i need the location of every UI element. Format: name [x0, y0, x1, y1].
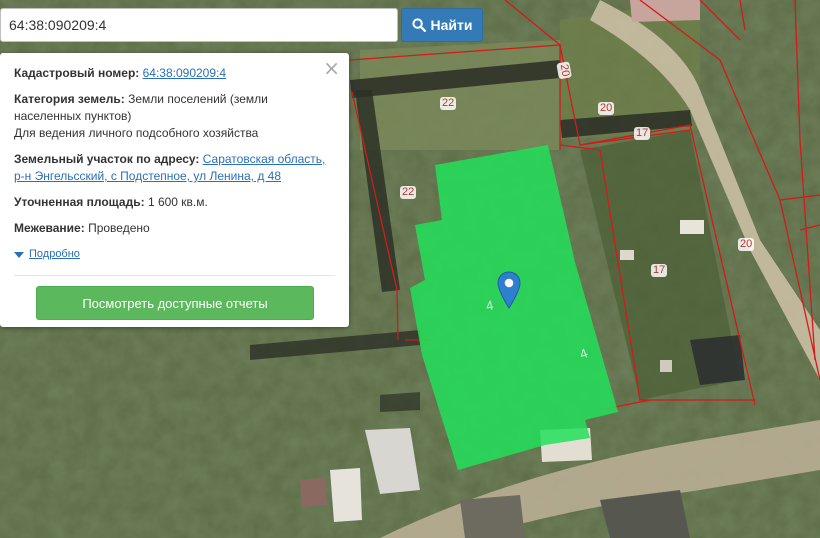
- plot-label: 22: [400, 186, 417, 199]
- cadastral-number-row: Кадастровый номер: 64:38:090209:4: [14, 65, 335, 82]
- plot-label: 17: [634, 127, 651, 140]
- area-row: Уточненная площадь: 1 600 кв.м.: [14, 194, 335, 211]
- plot-label: 20: [738, 238, 755, 251]
- divider: [14, 275, 335, 276]
- survey-row: Межевание: Проведено: [14, 220, 335, 237]
- land-category-row: Категория земель: Земли поселений (земли…: [14, 91, 335, 142]
- plot-label: 22: [440, 97, 457, 110]
- details-toggle[interactable]: Подробно: [14, 246, 335, 263]
- search-button[interactable]: Найти: [401, 8, 483, 42]
- search-icon: [411, 18, 426, 32]
- plot-label: 17: [651, 264, 668, 277]
- parcel-info-popup: × Кадастровый номер: 64:38:090209:4 Кате…: [0, 53, 349, 327]
- cadastral-number-link[interactable]: 64:38:090209:4: [143, 66, 226, 80]
- plot-label: 20: [598, 102, 615, 115]
- cadastral-search-input[interactable]: [0, 8, 398, 42]
- cadastral-number-label: Кадастровый номер:: [14, 66, 140, 80]
- map-marker-icon[interactable]: [497, 271, 521, 309]
- area-label: Уточненная площадь:: [14, 195, 145, 209]
- search-button-label: Найти: [430, 17, 473, 33]
- caret-down-icon: [14, 251, 24, 258]
- close-icon[interactable]: ×: [323, 58, 340, 78]
- plot-label: 20: [556, 61, 572, 80]
- land-category-label: Категория земель:: [14, 92, 125, 106]
- survey-label: Межевание:: [14, 221, 85, 235]
- address-row: Земельный участок по адресу: Саратовская…: [14, 151, 335, 185]
- address-label: Земельный участок по адресу:: [14, 152, 200, 166]
- details-link[interactable]: Подробно: [29, 246, 80, 263]
- survey-value: Проведено: [88, 221, 150, 235]
- area-value: 1 600 кв.м.: [147, 195, 208, 209]
- land-usage-value: Для ведения личного подсобного хозяйства: [14, 126, 259, 140]
- view-reports-button[interactable]: Посмотреть доступные отчеты: [36, 286, 314, 320]
